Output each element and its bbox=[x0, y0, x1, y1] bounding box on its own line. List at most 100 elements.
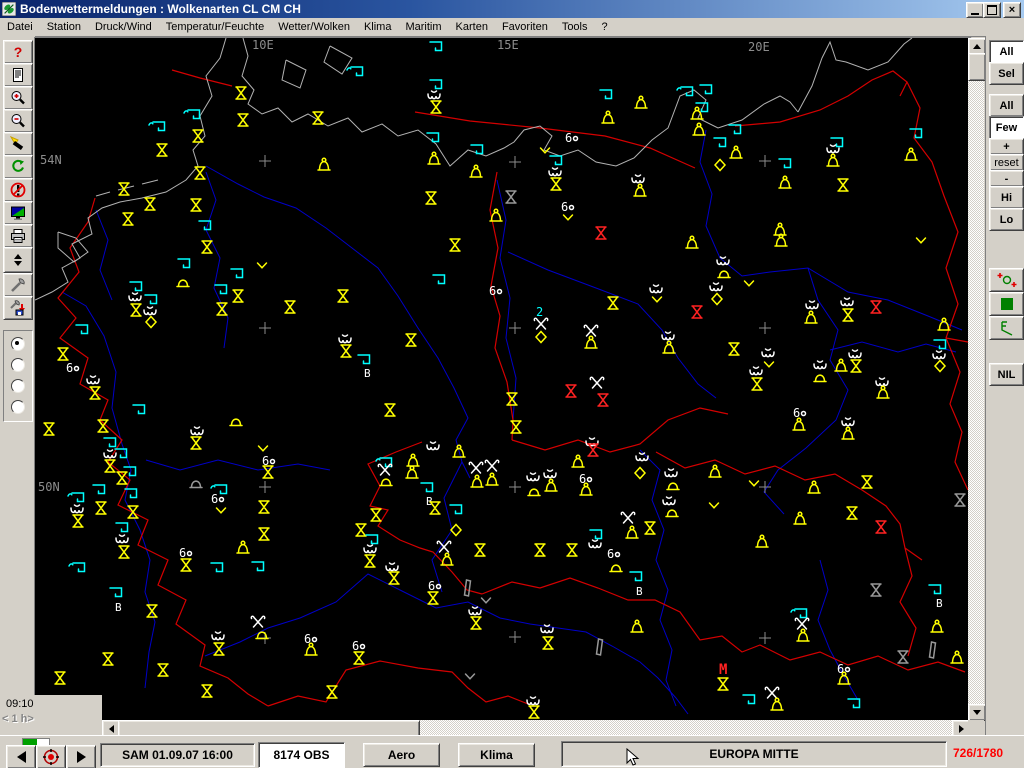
cloud-symbol-hook[interactable] bbox=[433, 275, 445, 284]
obs-count-button[interactable]: 8174 OBS bbox=[258, 742, 345, 768]
cloud-symbol-anvil[interactable] bbox=[771, 698, 783, 710]
cloud-symbol-pencil[interactable] bbox=[930, 642, 936, 658]
cloud-symbol-anvil[interactable] bbox=[775, 234, 787, 246]
cloud-symbol-hg[interactable] bbox=[871, 584, 881, 596]
cloud-symbol-hook[interactable] bbox=[743, 695, 755, 704]
cloud-symbol-hg[interactable] bbox=[596, 227, 606, 239]
cloud-symbol-hg[interactable] bbox=[598, 394, 608, 406]
cloud-symbol-anvil[interactable] bbox=[693, 123, 705, 135]
step-back-button[interactable] bbox=[6, 745, 36, 768]
save-settings-button[interactable] bbox=[3, 296, 33, 320]
cloud-symbol-hg[interactable] bbox=[535, 544, 545, 556]
green-square-button[interactable] bbox=[989, 292, 1024, 316]
station-plus-button[interactable] bbox=[989, 268, 1024, 292]
cloud-symbol-chev[interactable] bbox=[710, 503, 719, 508]
cloud-symbol-hg[interactable] bbox=[406, 334, 416, 346]
cloud-symbol-anvil[interactable] bbox=[486, 473, 498, 485]
cloud-symbol-hg[interactable] bbox=[471, 617, 481, 629]
cloud-symbol-anvil[interactable] bbox=[842, 427, 854, 439]
menu-item-temperatur-feuchte[interactable]: Temperatur/Feuchte bbox=[159, 19, 271, 35]
cloud-symbol-hg[interactable] bbox=[202, 685, 212, 697]
report-button[interactable] bbox=[3, 63, 33, 87]
cloud-symbol-hook[interactable] bbox=[450, 505, 462, 514]
cloud-symbol-B[interactable]: B bbox=[936, 597, 943, 610]
cloud-symbol-anvil[interactable] bbox=[905, 148, 917, 160]
cloud-symbol-omega[interactable] bbox=[427, 442, 439, 450]
cloud-symbol-anvil[interactable] bbox=[827, 154, 839, 166]
cloud-symbol-hook[interactable] bbox=[104, 438, 116, 447]
cloud-symbol-chev[interactable] bbox=[653, 297, 662, 302]
cloud-symbol-hg[interactable] bbox=[843, 309, 853, 321]
cloud-symbol-omega[interactable] bbox=[710, 283, 722, 291]
menu-item-favoriten[interactable]: Favoriten bbox=[495, 19, 555, 35]
cloud-symbol-hg[interactable] bbox=[191, 199, 201, 211]
cloud-symbol-hook[interactable] bbox=[550, 156, 562, 165]
menu-item-wetter-wolken[interactable]: Wetter/Wolken bbox=[271, 19, 357, 35]
cloud-symbol-anvil[interactable] bbox=[709, 465, 721, 477]
cloud-symbol-hook[interactable] bbox=[231, 269, 243, 278]
cloud-symbol-omega[interactable] bbox=[527, 473, 539, 481]
cloud-symbol-anvil[interactable] bbox=[602, 111, 614, 123]
cloud-symbol-dome[interactable] bbox=[666, 510, 678, 516]
cloud-symbol-omega[interactable] bbox=[527, 697, 539, 705]
cloud-symbol-hg[interactable] bbox=[506, 191, 516, 203]
cloud-symbol-omega[interactable] bbox=[386, 563, 398, 571]
cloud-symbol-M[interactable]: M bbox=[719, 662, 727, 678]
cloud-symbol-anvil[interactable] bbox=[490, 209, 502, 221]
cloud-symbol-anvil[interactable] bbox=[805, 311, 817, 323]
cloud-symbol-anvil[interactable] bbox=[631, 620, 643, 632]
cloud-symbol-hg[interactable] bbox=[259, 501, 269, 513]
cloud-symbol-hg[interactable] bbox=[847, 507, 857, 519]
cloud-symbol-hook[interactable] bbox=[211, 563, 223, 572]
cloud-symbol-omega[interactable] bbox=[849, 350, 861, 358]
cloud-symbol-xcurl[interactable] bbox=[251, 616, 264, 627]
cloud-symbol-hg[interactable] bbox=[285, 301, 295, 313]
cloud-symbol-hg[interactable] bbox=[44, 423, 54, 435]
cloud-symbol-B[interactable]: B bbox=[115, 601, 122, 614]
mode-radio-2[interactable] bbox=[11, 358, 25, 372]
cloud-symbol-hg[interactable] bbox=[365, 555, 375, 567]
cloud-symbol-anvil[interactable] bbox=[730, 146, 742, 158]
spinner-button[interactable] bbox=[3, 247, 33, 273]
cloud-symbol-sixo[interactable]: 6 bbox=[565, 131, 578, 145]
cloud-symbol-hg[interactable] bbox=[729, 343, 739, 355]
cloud-symbol-xcurl[interactable] bbox=[584, 325, 597, 336]
cloud-symbol-xcurl[interactable] bbox=[795, 618, 808, 629]
cloud-symbol-two[interactable]: 2 bbox=[536, 305, 543, 319]
cloud-symbol-chev[interactable] bbox=[482, 598, 491, 603]
filter-lo-button[interactable]: Lo bbox=[989, 208, 1024, 231]
cloud-symbol-hook[interactable] bbox=[430, 42, 442, 51]
cloud-symbol-hook[interactable] bbox=[427, 133, 439, 142]
cloud-symbol-xcurl[interactable] bbox=[469, 462, 482, 473]
filter-sel-button[interactable]: Sel bbox=[989, 62, 1024, 85]
cloud-symbol-hg[interactable] bbox=[147, 605, 157, 617]
cloud-symbol-chev[interactable] bbox=[917, 238, 926, 243]
cloud-symbol-anvil[interactable] bbox=[808, 481, 820, 493]
cloud-symbol-anvil[interactable] bbox=[779, 176, 791, 188]
cloud-symbol-anvil[interactable] bbox=[318, 158, 330, 170]
cloud-symbol-hg[interactable] bbox=[871, 301, 881, 313]
cloud-symbol-hg[interactable] bbox=[73, 515, 83, 527]
cloud-symbol-omega[interactable] bbox=[806, 301, 818, 309]
cloud-symbol-sixo[interactable]: 6 bbox=[561, 200, 574, 214]
cloud-symbol-anvil[interactable] bbox=[471, 475, 483, 487]
cloud-symbol-xcurl[interactable] bbox=[621, 512, 634, 523]
cloud-symbol-hg[interactable] bbox=[341, 345, 351, 357]
cloud-symbol-hg[interactable] bbox=[645, 522, 655, 534]
display-button[interactable] bbox=[3, 201, 33, 225]
cloud-symbol-hook[interactable] bbox=[600, 90, 612, 99]
cloud-symbol-dome[interactable] bbox=[380, 479, 392, 485]
zoom-out-button[interactable] bbox=[3, 109, 33, 133]
cloud-symbol-diamond[interactable] bbox=[146, 317, 156, 328]
cloud-symbol-anvil[interactable] bbox=[794, 512, 806, 524]
cloud-symbol-hg[interactable] bbox=[475, 544, 485, 556]
cloud-symbol-anvil[interactable] bbox=[470, 165, 482, 177]
cloud-symbol-anvil[interactable] bbox=[635, 96, 647, 108]
cloud-symbol-hg[interactable] bbox=[356, 524, 366, 536]
vscroll-thumb[interactable] bbox=[968, 53, 986, 81]
cloud-symbol-hookwave[interactable] bbox=[149, 122, 165, 131]
cloud-symbol-hg[interactable] bbox=[191, 437, 201, 449]
cloud-symbol-sixo[interactable]: 6 bbox=[837, 662, 850, 676]
cloud-symbol-omega[interactable] bbox=[876, 378, 888, 386]
cloud-symbol-dome[interactable] bbox=[177, 280, 189, 286]
